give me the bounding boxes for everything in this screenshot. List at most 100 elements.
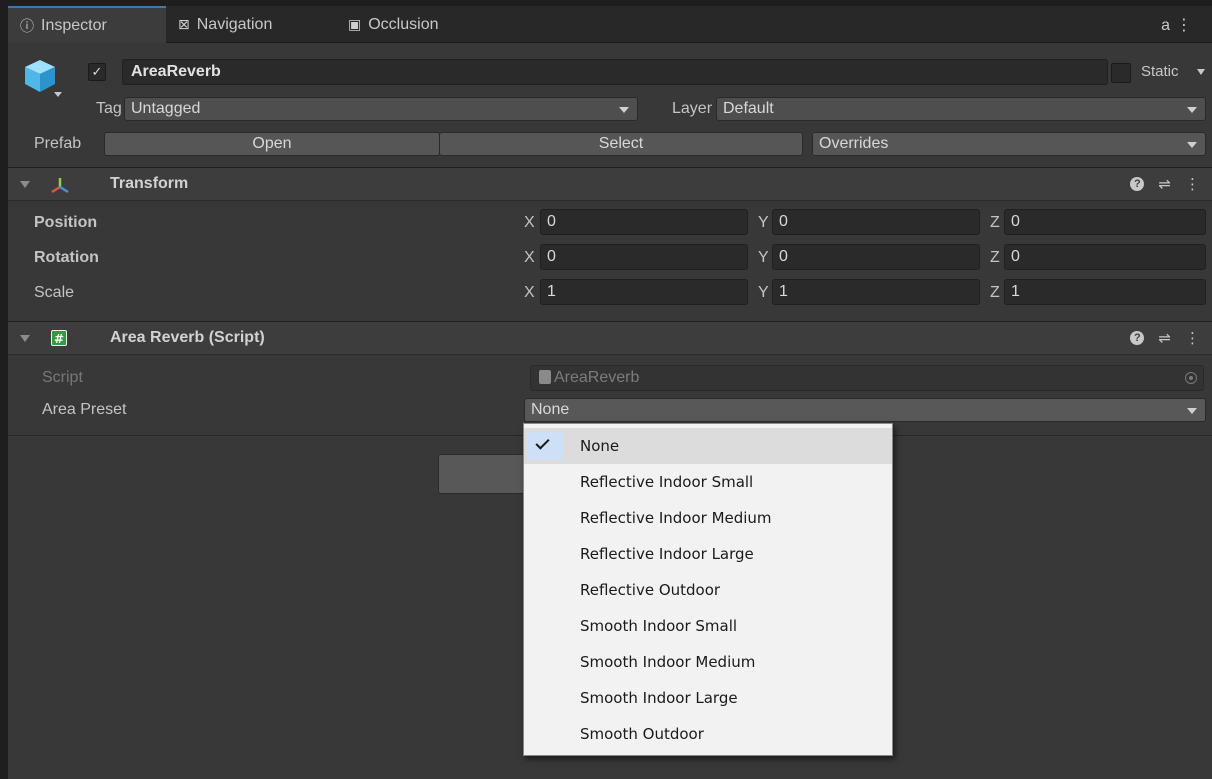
menu-item-smooth-indoor-large[interactable]: Smooth Indoor Large bbox=[524, 680, 892, 716]
kebab-menu-icon[interactable]: ⋮ bbox=[1185, 329, 1200, 347]
tab-tools: а⋮ bbox=[1161, 15, 1198, 35]
menu-item-reflective-indoor-large[interactable]: Reflective Indoor Large bbox=[524, 536, 892, 572]
rotation-label: Rotation bbox=[34, 249, 99, 266]
axis-y-label[interactable]: Y bbox=[758, 249, 769, 267]
transform-title: Transform bbox=[110, 175, 189, 192]
info-icon: ⓘ bbox=[20, 17, 34, 34]
help-icon[interactable]: ? bbox=[1130, 331, 1145, 345]
axis-x-label[interactable]: X bbox=[524, 249, 535, 267]
static-label: Static bbox=[1141, 63, 1179, 80]
rotation-y-field[interactable]: 0 bbox=[772, 244, 980, 270]
menu-item-label: Reflective Outdoor bbox=[580, 581, 721, 599]
axis-y-label[interactable]: Y bbox=[758, 284, 769, 302]
area-preset-menu: None Reflective Indoor Small Reflective … bbox=[523, 423, 893, 756]
layer-dropdown[interactable]: Default bbox=[716, 97, 1206, 121]
axis-x-label[interactable]: X bbox=[524, 214, 535, 232]
menu-item-reflective-indoor-medium[interactable]: Reflective Indoor Medium bbox=[524, 500, 892, 536]
occlusion-icon: ▣ bbox=[348, 16, 362, 32]
position-z-field[interactable]: 0 bbox=[1004, 209, 1206, 235]
area-preset-value: None bbox=[531, 401, 570, 418]
menu-item-label: Smooth Indoor Small bbox=[580, 617, 738, 635]
layer-label: Layer bbox=[672, 100, 713, 117]
script-object-field: AreaReverb bbox=[530, 365, 1204, 391]
prefab-label: Prefab bbox=[34, 135, 82, 152]
chevron-down-icon bbox=[1187, 107, 1197, 113]
kebab-menu-icon[interactable]: ⋮ bbox=[1176, 17, 1198, 34]
position-label: Position bbox=[34, 214, 98, 231]
menu-item-none[interactable]: None bbox=[524, 428, 892, 464]
scale-z-field[interactable]: 1 bbox=[1004, 279, 1206, 305]
scale-y-field[interactable]: 1 bbox=[772, 279, 980, 305]
script-value: AreaReverb bbox=[554, 369, 640, 386]
object-picker-icon bbox=[1185, 372, 1197, 384]
area-reverb-header[interactable]: # Area Reverb (Script) ? ⇌ ⋮ bbox=[8, 321, 1212, 355]
scale-label: Scale bbox=[34, 284, 75, 301]
help-icon[interactable]: ? bbox=[1130, 177, 1145, 191]
static-dropdown-icon[interactable] bbox=[1197, 69, 1205, 75]
tab-bar: ⓘ Inspector ⊠ Navigation ▣ Occlusion а⋮ bbox=[8, 6, 1212, 43]
menu-item-label: Reflective Indoor Small bbox=[580, 473, 754, 491]
axis-y-label[interactable]: Y bbox=[758, 214, 769, 232]
component-tools: ? ⇌ ⋮ bbox=[1130, 175, 1200, 193]
rotation-x-field[interactable]: 0 bbox=[540, 244, 748, 270]
area-preset-dropdown[interactable]: None bbox=[524, 398, 1206, 422]
sliders-icon[interactable]: ⇌ bbox=[1158, 329, 1171, 347]
cube-icon[interactable] bbox=[22, 58, 58, 94]
prefab-overrides-dropdown[interactable]: Overrides bbox=[812, 132, 1206, 156]
menu-item-label: Smooth Outdoor bbox=[580, 725, 704, 743]
tab-label: Navigation bbox=[196, 15, 273, 33]
axis-z-label[interactable]: Z bbox=[990, 214, 1000, 232]
tab-navigation[interactable]: ⊠ Navigation bbox=[166, 6, 336, 43]
position-y-field[interactable]: 0 bbox=[772, 209, 980, 235]
menu-item-label: None bbox=[580, 437, 620, 455]
rotation-z-field[interactable]: 0 bbox=[1004, 244, 1206, 270]
tab-label: Inspector bbox=[41, 16, 107, 34]
menu-item-label: Smooth Indoor Medium bbox=[580, 653, 756, 671]
static-checkbox[interactable] bbox=[1111, 63, 1131, 83]
tab-occlusion[interactable]: ▣ Occlusion bbox=[336, 6, 476, 43]
foldout-arrow-icon[interactable] bbox=[20, 181, 30, 188]
sliders-icon[interactable]: ⇌ bbox=[1158, 175, 1171, 193]
area-reverb-title: Area Reverb (Script) bbox=[110, 329, 265, 346]
transform-icon bbox=[51, 178, 69, 194]
area-preset-label: Area Preset bbox=[42, 401, 127, 418]
active-checkbox[interactable]: ✓ bbox=[88, 63, 106, 81]
menu-item-reflective-outdoor[interactable]: Reflective Outdoor bbox=[524, 572, 892, 608]
axis-z-label[interactable]: Z bbox=[990, 284, 1000, 302]
lock-icon[interactable]: а bbox=[1161, 17, 1176, 34]
foldout-arrow-icon[interactable] bbox=[20, 335, 30, 342]
axis-x-label[interactable]: X bbox=[524, 284, 535, 302]
chevron-down-icon bbox=[1187, 142, 1197, 148]
chevron-down-icon bbox=[619, 107, 629, 113]
axis-z-label[interactable]: Z bbox=[990, 249, 1000, 267]
scale-x-field[interactable]: 1 bbox=[540, 279, 748, 305]
layer-value: Default bbox=[723, 100, 774, 117]
chevron-down-icon bbox=[1187, 408, 1197, 414]
script-label: Script bbox=[42, 369, 83, 386]
menu-item-label: Smooth Indoor Large bbox=[580, 689, 738, 707]
prefab-select-button[interactable]: Select bbox=[439, 132, 803, 156]
tab-label: Occlusion bbox=[368, 15, 439, 33]
tag-value: Untagged bbox=[131, 100, 201, 117]
tag-dropdown[interactable]: Untagged bbox=[124, 97, 638, 121]
overrides-label: Overrides bbox=[819, 135, 889, 152]
menu-item-label: Reflective Indoor Medium bbox=[580, 509, 772, 527]
menu-item-label: Reflective Indoor Large bbox=[580, 545, 754, 563]
tab-inspector[interactable]: ⓘ Inspector bbox=[8, 6, 166, 43]
position-x-field[interactable]: 0 bbox=[540, 209, 748, 235]
kebab-menu-icon[interactable]: ⋮ bbox=[1185, 175, 1200, 193]
menu-item-smooth-indoor-small[interactable]: Smooth Indoor Small bbox=[524, 608, 892, 644]
component-tools: ? ⇌ ⋮ bbox=[1130, 329, 1200, 347]
script-file-icon bbox=[539, 370, 551, 384]
menu-item-reflective-indoor-small[interactable]: Reflective Indoor Small bbox=[524, 464, 892, 500]
chevron-down-icon[interactable] bbox=[54, 92, 62, 97]
menu-item-smooth-indoor-medium[interactable]: Smooth Indoor Medium bbox=[524, 644, 892, 680]
prefab-open-button[interactable]: Open bbox=[104, 132, 440, 156]
gameobject-name-field[interactable]: AreaReverb bbox=[122, 59, 1108, 85]
csharp-script-icon: # bbox=[51, 330, 67, 346]
tag-label: Tag bbox=[96, 100, 122, 117]
svg-text:#: # bbox=[54, 332, 64, 346]
navigation-icon: ⊠ bbox=[178, 16, 190, 32]
menu-item-smooth-outdoor[interactable]: Smooth Outdoor bbox=[524, 716, 892, 752]
transform-header[interactable]: Transform ? ⇌ ⋮ bbox=[8, 167, 1212, 201]
